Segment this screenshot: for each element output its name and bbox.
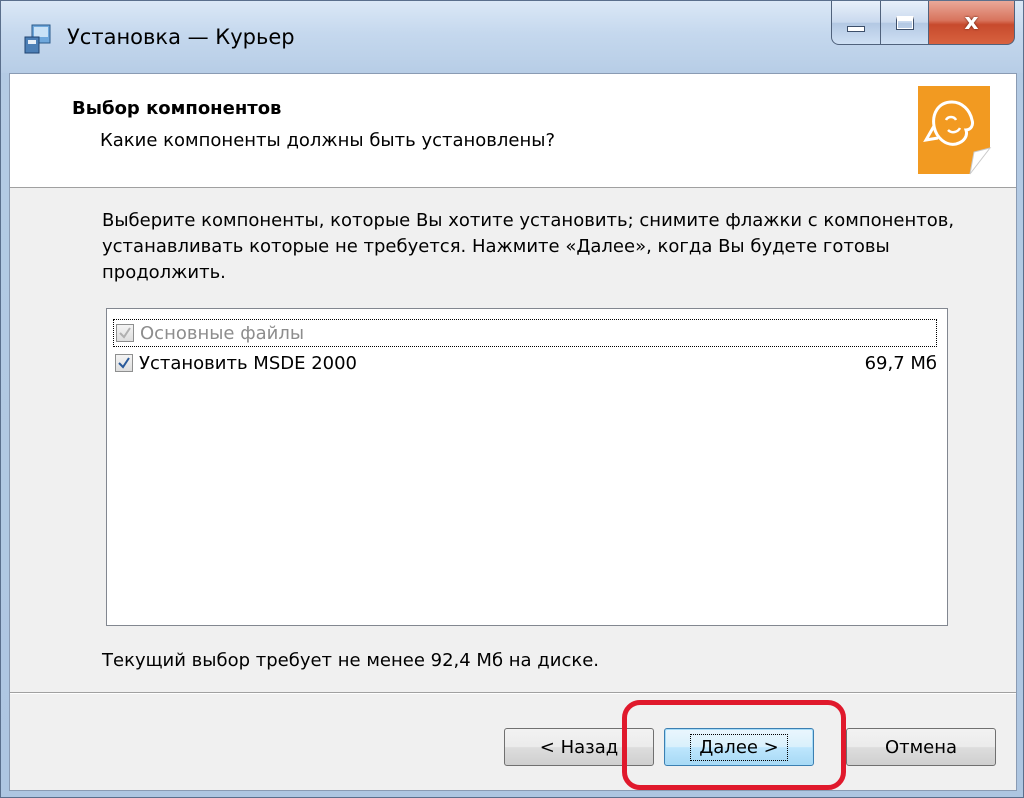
msde-size: 69,7 Мб bbox=[864, 352, 937, 374]
installer-window: Установка — Курьер x Выбор компонентов К… bbox=[0, 0, 1024, 798]
maximize-icon bbox=[895, 15, 914, 30]
list-item-msde[interactable]: Установить MSDE 2000 69,7 Мб bbox=[113, 349, 941, 377]
next-button-label: Далее > bbox=[690, 733, 788, 761]
msde-checkbox[interactable] bbox=[115, 354, 133, 372]
checkmark-icon bbox=[118, 357, 130, 369]
maximize-button[interactable] bbox=[881, 1, 929, 45]
instructions-text: Выберите компоненты, которые Вы хотите у… bbox=[102, 210, 955, 283]
main-files-checkbox[interactable] bbox=[116, 324, 134, 342]
next-button[interactable]: Далее > bbox=[664, 728, 814, 766]
cancel-button-label: Отмена bbox=[884, 736, 958, 758]
disk-space-info: Текущий выбор требует не менее 92,4 Мб н… bbox=[102, 650, 600, 671]
title-bar[interactable]: Установка — Курьер x bbox=[1, 1, 1023, 73]
minimize-icon bbox=[847, 25, 865, 32]
msde-label: Установить MSDE 2000 bbox=[139, 352, 358, 374]
divider bbox=[10, 692, 1016, 694]
window-title: Установка — Курьер bbox=[67, 25, 295, 49]
close-button[interactable]: x bbox=[929, 1, 1015, 45]
components-list[interactable]: Основные файлы Установить MSDE 2000 69,7… bbox=[106, 308, 948, 626]
page-title: Выбор компонентов bbox=[72, 98, 282, 119]
close-icon: x bbox=[964, 10, 979, 35]
list-item-main-files[interactable]: Основные файлы bbox=[113, 319, 937, 347]
back-button[interactable]: < Назад bbox=[504, 728, 654, 766]
cancel-button[interactable]: Отмена bbox=[846, 728, 996, 766]
checkmark-icon bbox=[119, 327, 131, 339]
main-files-label: Основные файлы bbox=[140, 322, 305, 344]
page-subtitle: Какие компоненты должны быть установлены… bbox=[100, 130, 556, 151]
installer-app-icon bbox=[24, 24, 51, 54]
courier-logo-icon bbox=[918, 86, 992, 175]
wizard-header: Выбор компонентов Какие компоненты должн… bbox=[10, 74, 1016, 188]
minimize-button[interactable] bbox=[831, 1, 881, 45]
back-button-label: < Назад bbox=[539, 736, 619, 758]
window-controls: x bbox=[831, 1, 1015, 47]
wizard-client-area: Выбор компонентов Какие компоненты должн… bbox=[9, 73, 1017, 791]
